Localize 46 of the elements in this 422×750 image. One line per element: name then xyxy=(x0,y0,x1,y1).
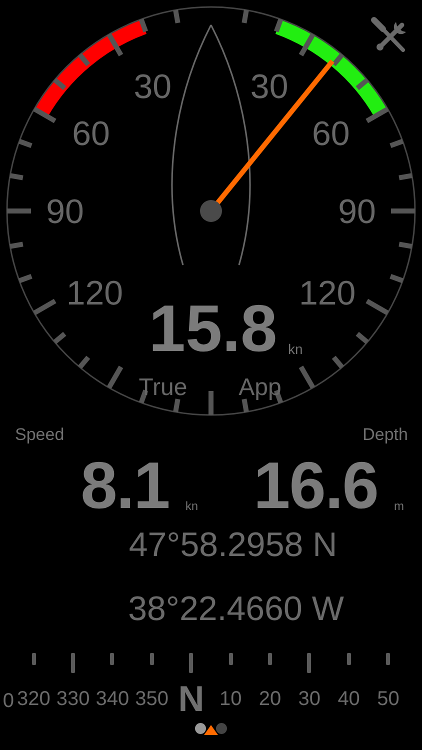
unit-label: kn xyxy=(288,341,303,357)
tick-mark xyxy=(110,653,114,665)
readout-value: 8.1 xyxy=(80,455,170,515)
dial-label: 30 xyxy=(134,68,172,106)
heading-label: 20 xyxy=(258,687,282,711)
tick-mark xyxy=(268,653,272,665)
dial-label: 30 xyxy=(250,68,288,106)
needle-hub xyxy=(200,200,222,222)
mode-label: App xyxy=(238,374,282,401)
tick-mark xyxy=(71,653,76,673)
page-dot[interactable] xyxy=(195,723,206,734)
dial-label: 60 xyxy=(312,115,350,154)
readout-label: Speed xyxy=(15,425,64,445)
tick-mark xyxy=(228,653,233,665)
heading-label: 340 xyxy=(96,687,130,711)
dial-label: 60 xyxy=(72,115,110,154)
readout-label: Depth xyxy=(362,425,408,445)
heading-marker-icon xyxy=(204,725,218,735)
tick-mark xyxy=(346,653,351,665)
heading-label: 0 xyxy=(2,689,14,713)
dial-label: 120 xyxy=(298,274,356,312)
tick-mark xyxy=(386,653,390,665)
page-dot[interactable] xyxy=(216,723,227,734)
heading-label: 320 xyxy=(17,687,50,711)
heading-label: 350 xyxy=(135,687,169,711)
heading-label: N xyxy=(178,681,204,717)
heading-label: 330 xyxy=(56,687,90,711)
tick-mark xyxy=(150,653,154,665)
heading-label: 40 xyxy=(338,687,360,711)
tick-mark xyxy=(189,653,194,673)
unit-label: kn xyxy=(185,499,198,513)
dial-label: 120 xyxy=(66,274,124,312)
tools-icon[interactable] xyxy=(371,17,406,52)
longitude-value: 38°22.4660 W xyxy=(127,589,345,629)
unit-label: m xyxy=(394,499,404,513)
dial-label: 90 xyxy=(338,193,376,231)
heading-label: 50 xyxy=(377,687,400,711)
dial-label: 90 xyxy=(46,193,84,231)
heading-label: 10 xyxy=(220,687,242,711)
tick-mark xyxy=(307,653,312,673)
heading-label: 30 xyxy=(298,687,321,711)
mode-label: True xyxy=(138,374,188,401)
latitude-value: 47°58.2958 N xyxy=(128,525,338,565)
readout-value: 16.6 xyxy=(254,455,378,515)
wind-speed-value: 15.8 xyxy=(148,291,278,365)
tick-mark xyxy=(32,653,36,665)
